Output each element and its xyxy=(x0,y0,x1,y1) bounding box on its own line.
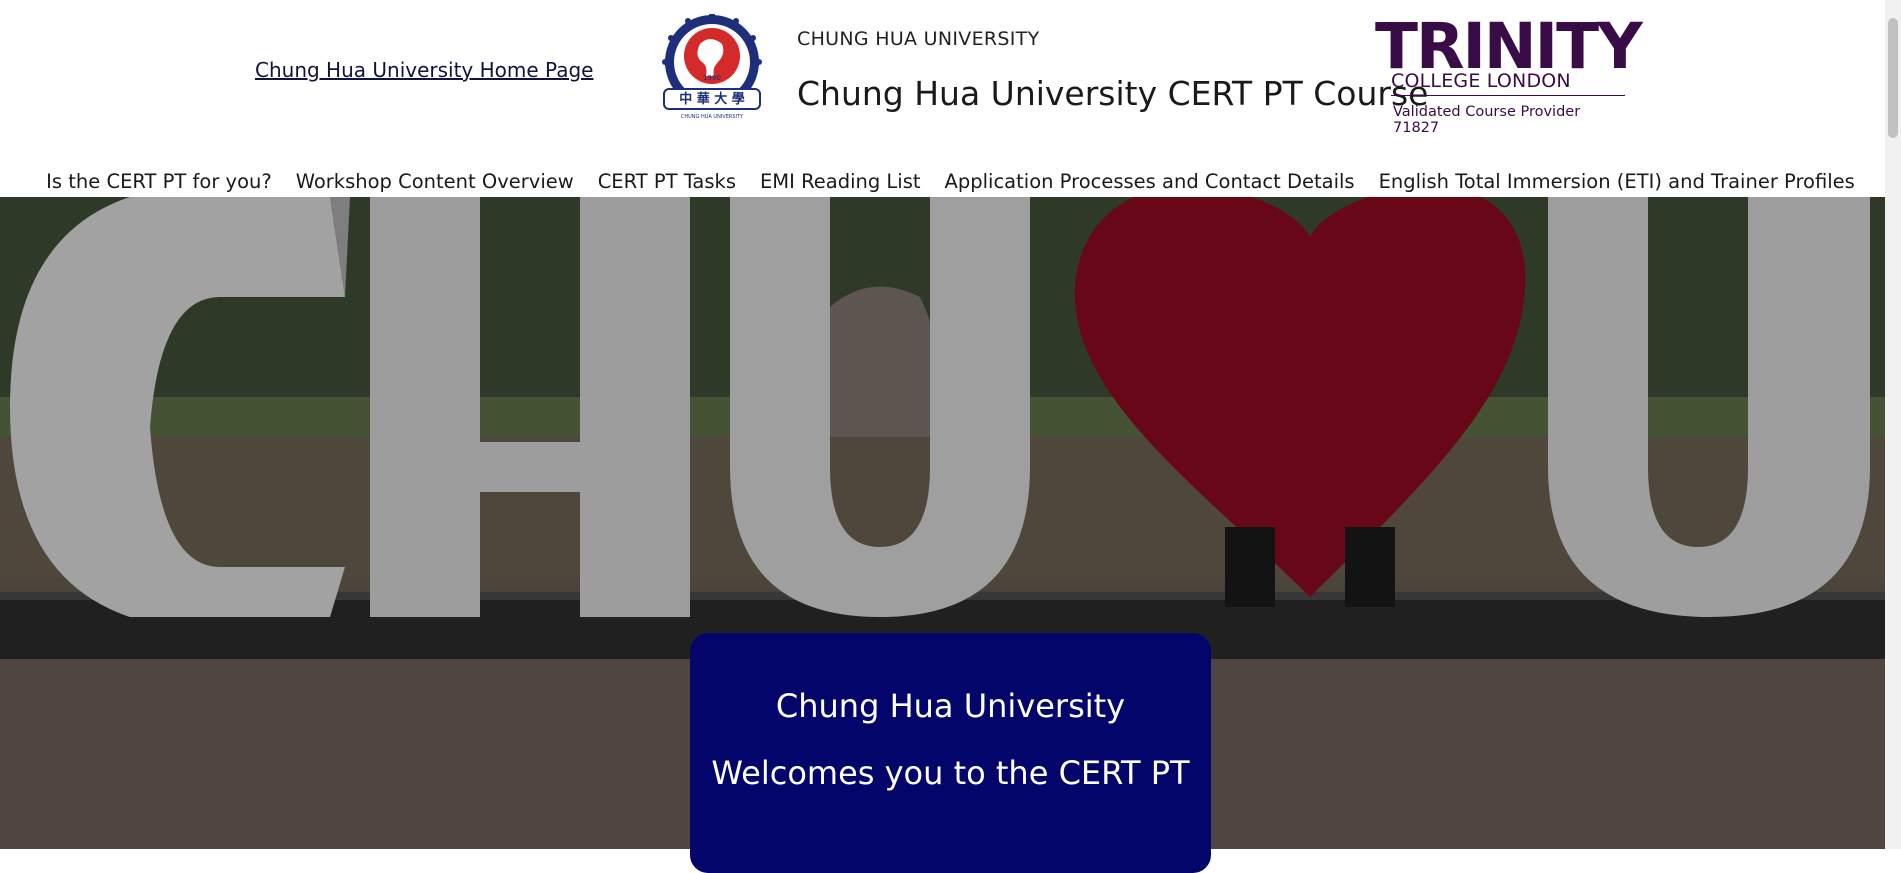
main-navigation: Is the CERT PT for you? Workshop Content… xyxy=(0,170,1901,193)
welcome-card: Chung Hua University Welcomes you to the… xyxy=(690,633,1211,873)
trinity-subtitle: COLLEGE LONDON xyxy=(1391,70,1571,92)
svg-text:CHUNG HUA UNIVERSITY: CHUNG HUA UNIVERSITY xyxy=(681,114,744,120)
nav-item-application-processes[interactable]: Application Processes and Contact Detail… xyxy=(945,170,1355,193)
scrollbar-thumb[interactable] xyxy=(1888,18,1898,138)
page-scrollbar[interactable] xyxy=(1885,0,1901,849)
trinity-provider-number: Validated Course Provider 71827 xyxy=(1393,104,1581,136)
trinity-college-logo: TRINITY COLLEGE LONDON Validated Course … xyxy=(1375,10,1643,136)
site-header: Chung Hua University Home Page 1990 中 華 … xyxy=(0,0,1901,197)
nav-item-cert-pt-tasks[interactable]: CERT PT Tasks xyxy=(598,170,736,193)
nav-item-is-cert-pt-for-you[interactable]: Is the CERT PT for you? xyxy=(46,170,272,193)
welcome-heading: Chung Hua University xyxy=(775,687,1126,725)
university-seal-logo: 1990 中 華 大 學 CHUNG HUA UNIVERSITY xyxy=(662,14,762,120)
page-title: Chung Hua University CERT PT Course xyxy=(797,74,1429,113)
welcome-subheading: Welcomes you to the CERT PT xyxy=(711,754,1190,792)
trinity-divider xyxy=(1391,95,1625,96)
svg-text:中 華 大 學: 中 華 大 學 xyxy=(679,91,745,107)
home-page-link[interactable]: Chung Hua University Home Page xyxy=(255,58,593,82)
university-name-small: CHUNG HUA UNIVERSITY xyxy=(797,28,1040,50)
nav-item-emi-reading-list[interactable]: EMI Reading List xyxy=(760,170,921,193)
nav-item-eti-trainer-profiles[interactable]: English Total Immersion (ETI) and Traine… xyxy=(1379,170,1855,193)
nav-item-workshop-content[interactable]: Workshop Content Overview xyxy=(296,170,574,193)
svg-text:1990: 1990 xyxy=(703,74,721,82)
